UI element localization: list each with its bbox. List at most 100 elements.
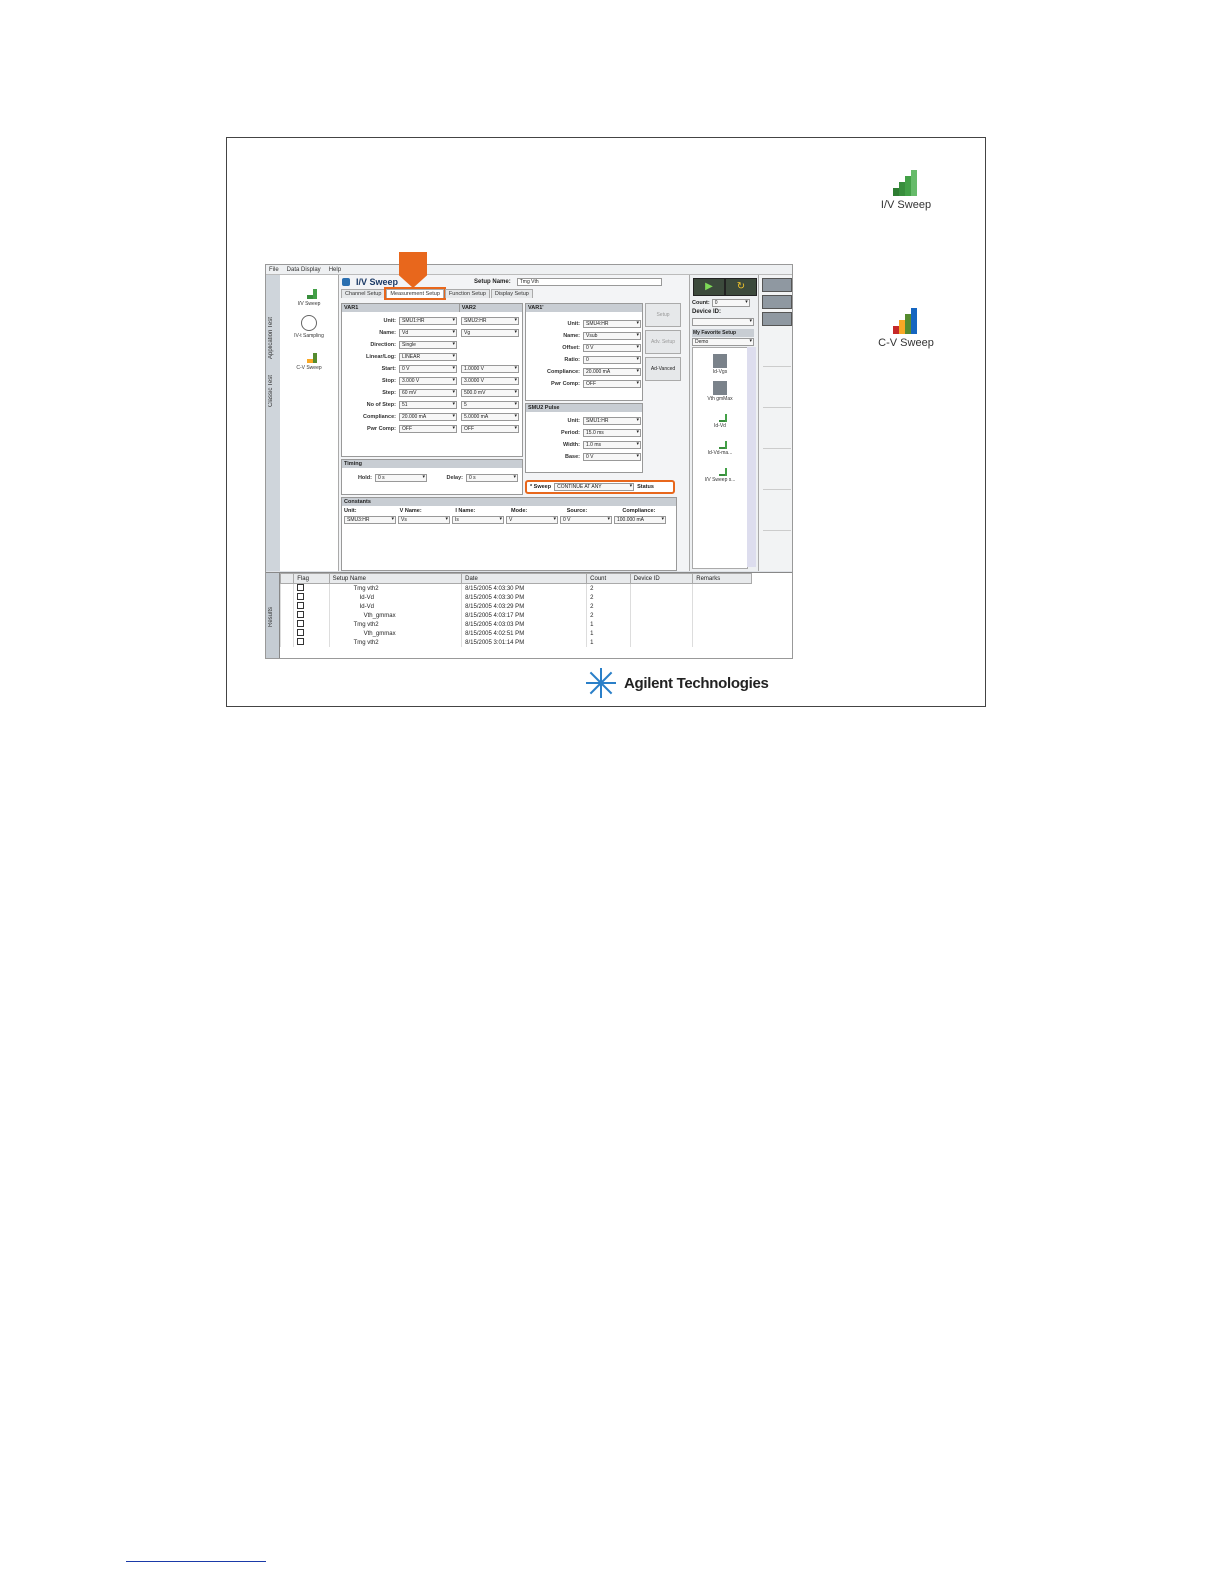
flag-checkbox[interactable] [297,611,305,618]
var1-field[interactable]: Single [399,341,457,349]
var1-field[interactable]: 0 V [399,365,457,373]
favorite-setup-select[interactable]: Demo [692,338,754,346]
var1-field[interactable]: 60 mV [399,389,457,397]
launcher-ivt-sampling[interactable]: IV-t Sampling [280,315,338,339]
var2-field[interactable]: 500.0 mV [461,389,519,397]
row-flag[interactable] [293,611,330,620]
var2-field[interactable]: 5 [461,401,519,409]
row-expander[interactable] [279,611,294,620]
favorite-item[interactable]: Id-Vd-ma... [693,435,747,456]
flag-checkbox[interactable] [297,638,305,645]
constants-field[interactable]: Vs [398,516,450,524]
table-row[interactable]: Id-Vd 8/15/2005 4:03:29 PM 2 [279,602,752,611]
flag-checkbox[interactable] [297,584,305,591]
setup-name-input[interactable]: Tmg Vth [516,278,662,286]
preview-button-3[interactable] [762,312,792,326]
preview-button-2[interactable] [762,295,792,309]
var1-field[interactable]: SMU1:HR [399,317,457,325]
launcher-cv-sweep[interactable]: C-V Sweep [280,347,338,371]
sweep-mode-select[interactable]: CONTINUE AT ANY [554,483,635,491]
setup-button[interactable]: Setup [645,303,681,327]
menu-help[interactable]: Help [329,267,341,273]
delay-input[interactable]: 0 s [466,474,518,482]
advanced-button[interactable]: Ad-Vanced [645,357,681,381]
var1p-field[interactable]: 0 V [583,344,641,352]
flag-checkbox[interactable] [297,602,305,609]
menu-data-display[interactable]: Data Display [287,267,321,273]
tab-classic-test[interactable]: Classic Test [266,363,276,411]
row-expander[interactable] [279,593,294,602]
var1-field[interactable]: 3.000 V [399,377,457,385]
constants-field[interactable]: Is [452,516,504,524]
pulse-field[interactable]: 0 V [583,453,641,461]
favorite-item[interactable]: Id-Vd [693,408,747,429]
flag-checkbox[interactable] [297,629,305,636]
constants-field[interactable]: SMU3:HR [344,516,396,524]
row-expander[interactable] [279,602,294,611]
table-row[interactable]: Tmg vth2 8/15/2005 4:03:30 PM 2 [279,583,752,593]
constants-field[interactable]: 0 V [560,516,612,524]
device-id-input[interactable] [692,318,754,326]
pulse-field[interactable]: SMU1:HR [583,417,641,425]
var1-field[interactable]: OFF [399,425,457,433]
tab-function-setup[interactable]: Function Setup [444,289,490,298]
var2-field[interactable]: 3.0000 V [461,377,519,385]
favorite-item[interactable]: I/V Sweep s... [693,462,747,483]
var1p-field[interactable]: 20.000 mA [583,368,641,376]
preview-button-1[interactable] [762,278,792,292]
table-row[interactable]: Vth_gmmax 8/15/2005 4:02:51 PM 1 [279,629,752,638]
var2-field[interactable]: 5.0000 mA [461,413,519,421]
tab-channel-setup[interactable]: Channel Setup [341,289,386,298]
constants-field[interactable]: 100.000 mA [614,516,666,524]
tab-display-setup[interactable]: Display Setup [490,289,533,298]
var1-field[interactable]: 20.000 mA [399,413,457,421]
var1-field[interactable]: 51 [399,401,457,409]
row-flag[interactable] [293,638,330,647]
flag-checkbox[interactable] [297,620,305,627]
constants-field[interactable]: V [506,516,558,524]
row-flag[interactable] [293,583,330,593]
var2-field[interactable]: OFF [461,425,519,433]
var1p-field[interactable]: SMU4:HR [583,320,641,328]
desktop-cv-sweep[interactable]: C-V Sweep [866,308,946,349]
var1-field[interactable]: LINEAR [399,353,457,361]
var1p-field[interactable]: Vsub [583,332,641,340]
favorite-item[interactable]: Vth gmMax [693,381,747,402]
pulse-field[interactable]: 1.0 ms [583,441,641,449]
status-label[interactable]: Status [637,484,654,490]
desktop-iv-sweep[interactable]: I/V Sweep [866,170,946,211]
row-flag[interactable] [293,593,330,602]
hold-input[interactable]: 0 s [375,474,427,482]
var2-field[interactable]: SMU2:HR [461,317,519,325]
count-input[interactable]: 0 [711,299,750,307]
var1p-field[interactable]: 0 [583,356,641,364]
var2-field[interactable]: Vg [461,329,519,337]
table-row[interactable]: Id-Vd 8/15/2005 4:03:30 PM 2 [279,593,752,602]
row-expander[interactable] [279,583,294,593]
run-button[interactable]: ▶ [693,278,725,296]
results-side-tab[interactable]: Results [266,573,280,658]
var2-field[interactable]: 1.0000 V [461,365,519,373]
table-row[interactable]: Tmg vth2 8/15/2005 3:01:14 PM 1 [279,638,752,647]
row-expander[interactable] [279,638,294,647]
table-row[interactable]: Vth_gmmax 8/15/2005 4:03:17 PM 2 [279,611,752,620]
row-flag[interactable] [293,602,330,611]
pulse-field[interactable]: 15.0 ms [583,429,641,437]
flag-checkbox[interactable] [297,593,305,600]
var1p-field[interactable]: OFF [583,380,641,388]
row-flag[interactable] [293,629,330,638]
launcher-iv-sweep[interactable]: I/V Sweep [280,283,338,307]
table-row[interactable]: Tmg vth2 8/15/2005 4:03:03 PM 1 [279,620,752,629]
tab-application-test[interactable]: Application Test [266,275,276,363]
row-flag[interactable] [293,620,330,629]
favorite-item[interactable]: Id-Vgs [693,354,747,375]
repeat-button[interactable]: ↻ [725,278,757,296]
menu-file[interactable]: File [269,267,279,273]
tab-measurement-setup[interactable]: Measurement Setup [384,287,446,300]
favorite-setup-label[interactable]: My Favorite Setup [692,329,754,337]
var1-field[interactable]: Vd [399,329,457,337]
row-expander[interactable] [279,620,294,629]
favorites-scrollbar[interactable] [747,347,756,567]
row-expander[interactable] [279,629,294,638]
adv-setup-button[interactable]: Adv. Setup [645,330,681,354]
